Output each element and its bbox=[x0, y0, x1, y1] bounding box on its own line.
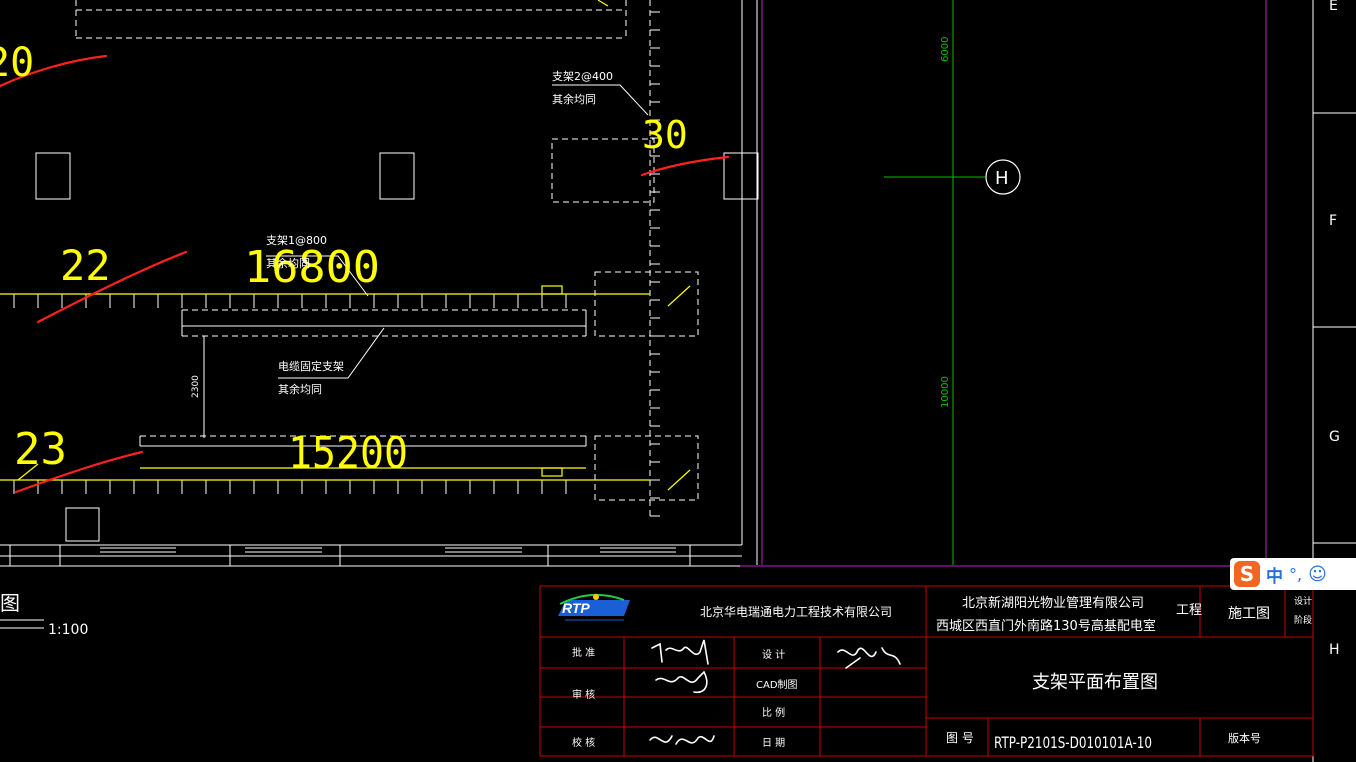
ime-punctuation-toggle[interactable]: °, bbox=[1289, 565, 1302, 584]
label-30: 30 bbox=[642, 113, 688, 157]
sogou-logo-icon[interactable]: S bbox=[1234, 561, 1260, 587]
title-review-label: 审 核 bbox=[572, 688, 595, 701]
scale-bar bbox=[0, 619, 44, 629]
side-label-f: F bbox=[1329, 213, 1337, 229]
title-approve-label: 批 准 bbox=[572, 646, 595, 659]
axis-h-label: H bbox=[995, 168, 1009, 189]
title-drawing-no-label: 图 号 bbox=[946, 731, 974, 745]
title-scale-label: 比 例 bbox=[762, 706, 785, 719]
label-20: 20 bbox=[0, 40, 34, 86]
annotation-bracket2-sub: 其余均同 bbox=[552, 92, 596, 106]
title-stage-label1: 设计 bbox=[1294, 595, 1312, 607]
title-stage: 施工图 bbox=[1228, 606, 1270, 622]
signature-reviewer bbox=[655, 670, 708, 694]
left-title-fragment: 图 bbox=[0, 591, 20, 615]
signature-approver bbox=[651, 639, 709, 665]
side-label-e: E bbox=[1329, 0, 1338, 14]
dimension-10000: 10000 bbox=[940, 376, 951, 408]
dimension-2300: 2300 bbox=[191, 375, 201, 398]
side-label-g: G bbox=[1329, 429, 1340, 445]
title-drawing-no: RTP-P2101S-D010101A-10 bbox=[994, 733, 1152, 752]
annotation-cable-fix-sub: 其余均同 bbox=[278, 382, 322, 396]
rtp-logo: RTP bbox=[558, 593, 630, 621]
title-date-label: 日 期 bbox=[762, 737, 785, 749]
signature-designer bbox=[837, 647, 901, 669]
title-version-label: 版本号 bbox=[1228, 731, 1261, 745]
title-check-label: 校 核 bbox=[572, 736, 595, 749]
title-company-design: 北京华电瑞通电力工程技术有限公司 bbox=[700, 604, 892, 619]
cad-drawing-canvas[interactable]: RTP 20 30 22 23 16800 15200 支架2@400 其余均同… bbox=[0, 0, 1356, 762]
signature-checker bbox=[649, 735, 715, 745]
annotation-bracket1-sub: 其余均同 bbox=[266, 256, 310, 270]
length-16800: 16800 bbox=[244, 242, 380, 293]
length-15200: 15200 bbox=[288, 428, 408, 479]
left-scale: 1:100 bbox=[48, 622, 88, 638]
svg-text:RTP: RTP bbox=[562, 600, 590, 616]
annotation-bracket1: 支架1@800 bbox=[266, 234, 327, 247]
title-drawing-title: 支架平面布置图 bbox=[1032, 672, 1158, 693]
side-label-h: H bbox=[1329, 642, 1340, 658]
title-stage-label2: 阶段 bbox=[1294, 614, 1312, 626]
annotation-bracket2: 支架2@400 bbox=[552, 70, 613, 83]
label-22: 22 bbox=[60, 241, 111, 290]
annotation-cable-fix: 电缆固定支架 bbox=[278, 359, 344, 373]
dimension-6000: 6000 bbox=[940, 37, 951, 62]
ime-toolbar[interactable]: S 中 °, ☺ bbox=[1230, 558, 1356, 590]
label-23: 23 bbox=[14, 424, 67, 475]
vertical-tick-ruler bbox=[649, 0, 660, 520]
emoji-icon[interactable]: ☺ bbox=[1308, 564, 1327, 585]
grid-axes bbox=[740, 0, 1267, 567]
ime-mode-toggle[interactable]: 中 bbox=[1266, 562, 1283, 587]
title-client-line1: 北京新湖阳光物业管理有限公司 bbox=[962, 595, 1144, 611]
title-client-line2: 西城区西直门外南路130号高基配电室 bbox=[936, 618, 1156, 634]
title-design-label: 设 计 bbox=[762, 648, 785, 661]
title-cad-label: CAD制图 bbox=[756, 678, 798, 691]
title-project-label: 工程 bbox=[1176, 603, 1202, 618]
